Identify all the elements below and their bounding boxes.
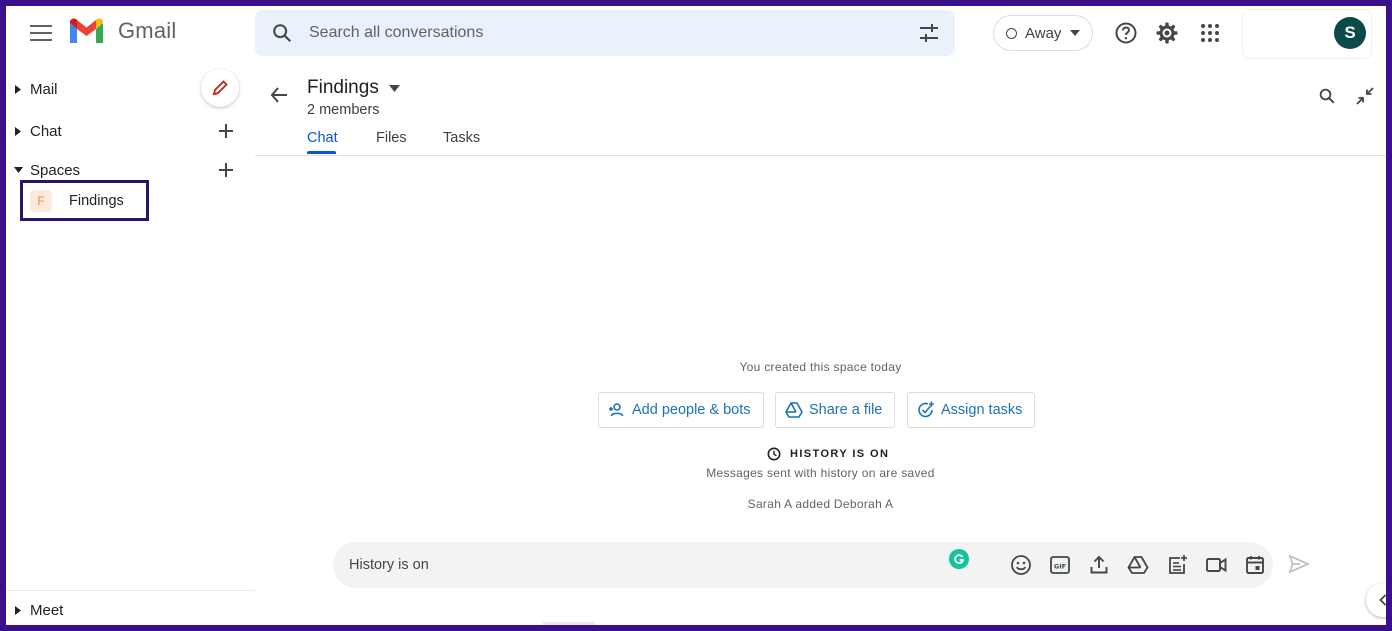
bottom-handle	[543, 622, 595, 625]
search-icon[interactable]	[271, 22, 293, 49]
send-icon[interactable]	[1288, 553, 1311, 580]
search-bar	[255, 10, 955, 56]
hamburger-menu-icon	[30, 25, 52, 41]
add-person-icon	[609, 403, 624, 417]
away-status-icon	[1006, 27, 1017, 39]
sidebar-divider	[6, 590, 255, 591]
message-input[interactable]	[349, 554, 929, 576]
pencil-icon	[212, 80, 228, 96]
sidebar-item-label: Chat	[30, 122, 62, 140]
new-chat-plus-icon[interactable]	[216, 121, 236, 141]
sidebar-item-label: Spaces	[30, 161, 81, 179]
sidebar-item-chat[interactable]: Chat	[6, 116, 62, 146]
tab-files[interactable]: Files	[376, 130, 407, 146]
history-status-label: HISTORY IS ON	[790, 448, 890, 460]
status-label: Away	[1025, 24, 1062, 42]
action-label: Add people & bots	[632, 402, 751, 418]
member-count[interactable]: 2 members	[307, 102, 380, 118]
drive-icon[interactable]	[1126, 553, 1150, 577]
gmail-logo[interactable]: Gmail	[68, 17, 176, 45]
sidebar-item-mail[interactable]: Mail	[6, 74, 58, 104]
add-task-icon	[918, 401, 934, 418]
status-selector[interactable]: Away	[993, 15, 1093, 51]
help-icon[interactable]	[1112, 19, 1140, 47]
search-input[interactable]	[309, 20, 869, 46]
history-note: Messages sent with history on are saved	[706, 466, 935, 480]
settings-gear-icon[interactable]	[1153, 19, 1181, 47]
space-avatar: F	[30, 189, 52, 212]
active-tab-indicator	[307, 151, 336, 154]
tab-chat[interactable]: Chat	[307, 130, 338, 146]
assign-tasks-button[interactable]: Assign tasks	[907, 392, 1036, 428]
app-name: Gmail	[118, 18, 177, 43]
account-avatar[interactable]: S	[1334, 17, 1366, 49]
chevron-left-icon	[1379, 594, 1386, 606]
gmail-window: Gmail Away S	[6, 6, 1386, 625]
upload-icon[interactable]	[1087, 553, 1111, 577]
caret-down-icon	[6, 167, 30, 173]
search-in-space-icon[interactable]	[1318, 87, 1336, 110]
tabs-divider	[255, 155, 1386, 156]
add-people-bots-button[interactable]: Add people & bots	[598, 392, 764, 428]
emoji-icon[interactable]	[1009, 553, 1033, 577]
action-label: Share a file	[809, 402, 883, 418]
add-note-icon[interactable]	[1165, 553, 1189, 577]
grammarly-icon[interactable]	[949, 549, 969, 569]
sidebar-item-label: Mail	[30, 80, 58, 98]
drive-icon	[785, 402, 803, 418]
apps-grid-icon[interactable]	[1196, 19, 1224, 47]
gif-icon[interactable]: GIF	[1048, 553, 1072, 577]
compose-button[interactable]	[201, 69, 239, 107]
sidebar-item-meet[interactable]: Meet	[6, 595, 63, 625]
top-bar: Gmail Away S	[6, 6, 1386, 62]
sidebar-item-label: Meet	[30, 601, 64, 619]
system-message: Sarah A added Deborah A	[747, 497, 894, 511]
calendar-icon[interactable]	[1243, 553, 1267, 577]
space-title[interactable]: Findings	[307, 77, 400, 99]
space-view: Findings 2 members Chat Files Tasks You …	[255, 62, 1386, 625]
sidebar: Mail Chat Spaces F Findings Meet	[6, 62, 255, 625]
share-file-button[interactable]: Share a file	[775, 392, 896, 428]
caret-right-icon	[6, 605, 30, 615]
history-status: HISTORY IS ON	[767, 447, 889, 461]
caret-right-icon	[6, 126, 30, 136]
action-label: Assign tasks	[941, 402, 1023, 418]
space-label: Findings	[69, 192, 124, 209]
chevron-down-icon	[388, 84, 400, 92]
back-arrow-icon[interactable]	[269, 85, 289, 110]
gmail-m-icon	[70, 18, 103, 43]
chevron-down-icon	[1070, 30, 1081, 36]
space-created-note: You created this space today	[739, 360, 902, 374]
tab-tasks[interactable]: Tasks	[443, 130, 480, 146]
exit-fullscreen-icon[interactable]	[1356, 87, 1374, 110]
history-clock-icon	[767, 447, 781, 461]
new-space-plus-icon[interactable]	[216, 160, 236, 180]
search-options-icon[interactable]	[917, 21, 941, 50]
caret-right-icon	[6, 84, 30, 94]
message-composer: GIF	[333, 542, 1273, 588]
main-menu-button[interactable]	[26, 18, 56, 48]
sidebar-space-findings[interactable]: F Findings	[20, 180, 149, 221]
svg-text:GIF: GIF	[1054, 563, 1066, 571]
video-call-icon[interactable]	[1204, 553, 1228, 577]
space-title-text: Findings	[307, 77, 379, 98]
